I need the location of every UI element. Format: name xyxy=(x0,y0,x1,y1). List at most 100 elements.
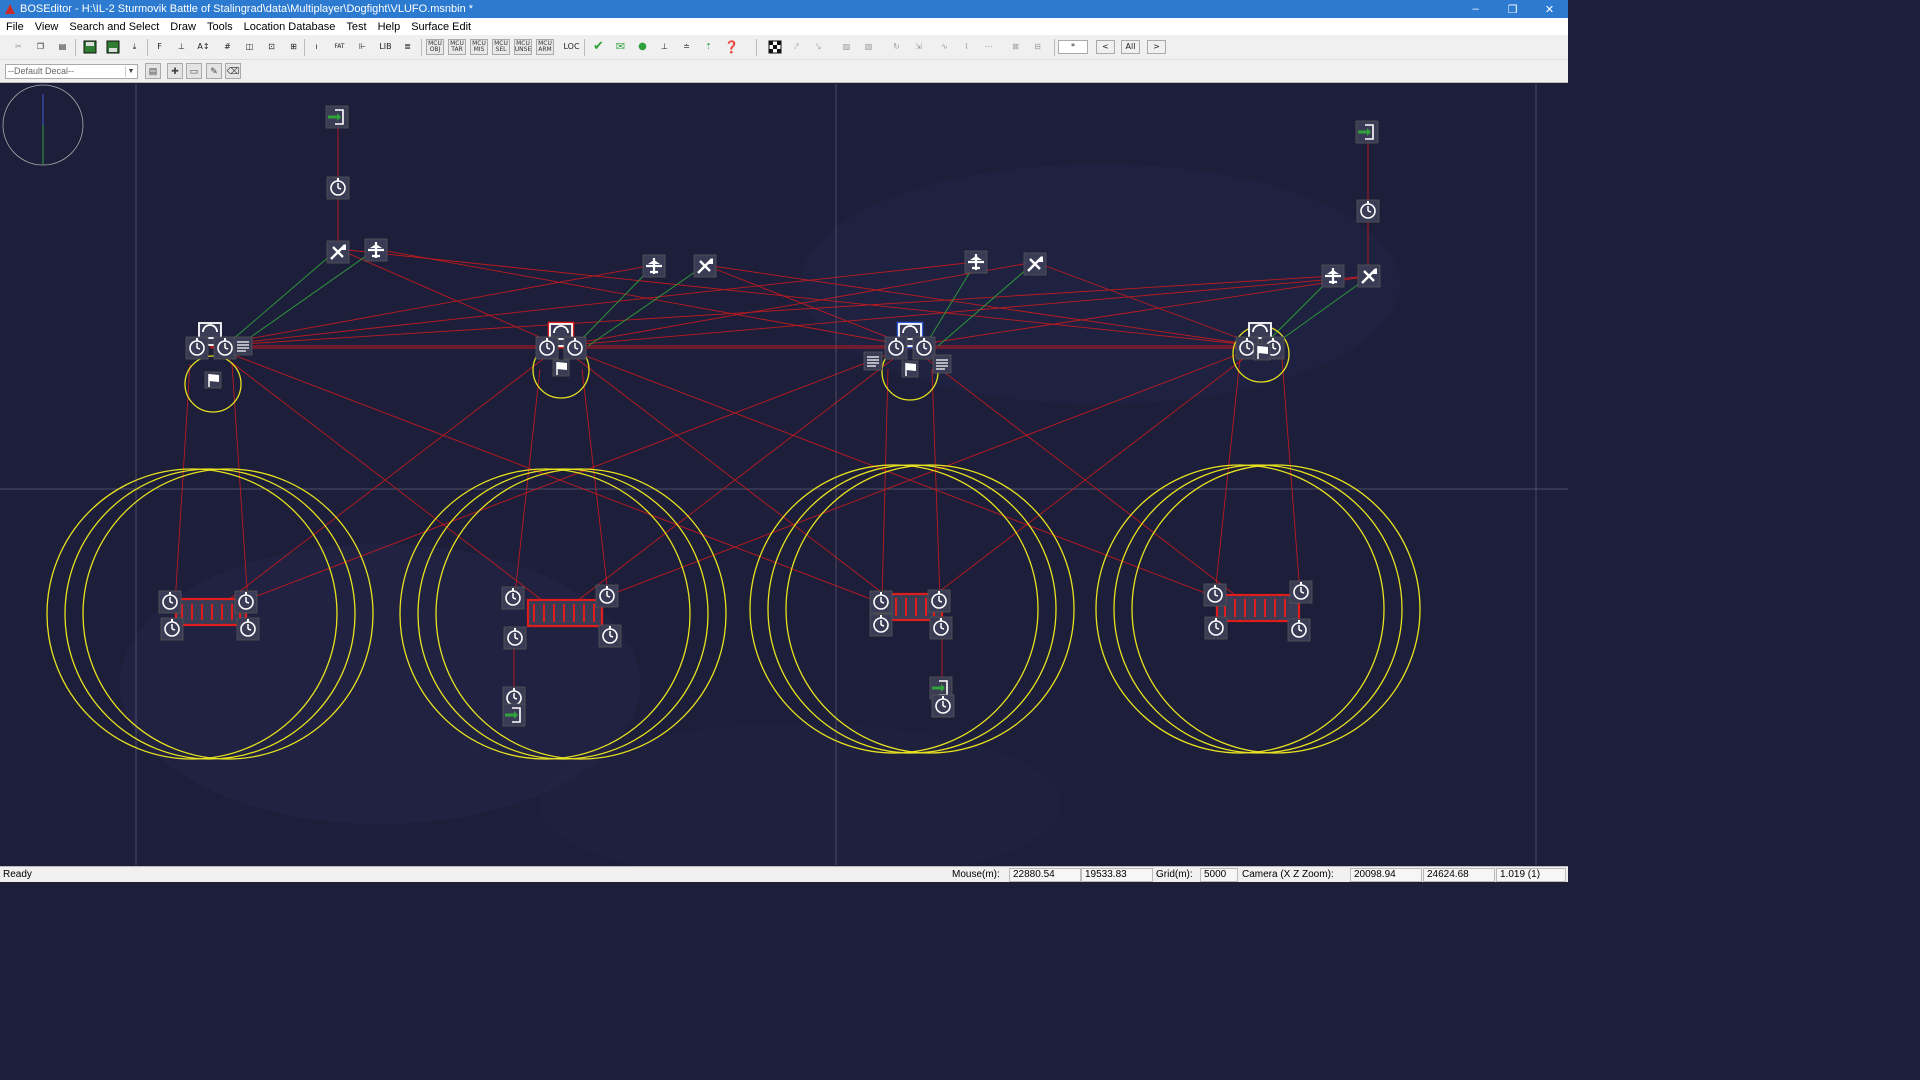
mcu-mis-button[interactable]: MCU MIS xyxy=(470,39,488,55)
image2-icon[interactable]: ▧ xyxy=(859,38,878,56)
grid-icon[interactable]: # xyxy=(218,38,237,56)
list-icon[interactable]: ≣ xyxy=(398,38,417,56)
rotate-icon[interactable]: ↻ xyxy=(887,38,906,56)
snap-icon[interactable]: ⊡ xyxy=(262,38,281,56)
title-bar: BOSEditor - H:\IL-2 Sturmovik Battle of … xyxy=(0,0,1568,18)
mcu-unse-button[interactable]: MCU UNSE xyxy=(514,39,532,55)
unlock-icon[interactable]: ⊟ xyxy=(1028,38,1047,56)
mcu-obj-button[interactable]: MCU OBJ xyxy=(426,39,444,55)
decal-select[interactable]: --Default Decal-- ▼ xyxy=(5,64,138,79)
mission-canvas[interactable] xyxy=(0,84,1568,865)
group-icon[interactable]: ⊞ xyxy=(284,38,303,56)
mcu-arm-button[interactable]: MCU ARM xyxy=(536,39,554,55)
timer-icon[interactable] xyxy=(912,336,936,360)
scale-icon[interactable]: ⇲ xyxy=(909,38,928,56)
restore-button[interactable]: ❐ xyxy=(1494,0,1531,18)
timer-icon[interactable] xyxy=(884,336,908,360)
help-icon[interactable]: ❓ xyxy=(722,38,741,56)
menu-search-and-select[interactable]: Search and Select xyxy=(63,21,164,33)
zoom-field[interactable]: * xyxy=(1058,40,1088,54)
camera-label: Camera (X Z Zoom): xyxy=(1242,869,1334,880)
bounds-icon[interactable]: ◫ xyxy=(240,38,259,56)
image-icon[interactable]: ▨ xyxy=(837,38,856,56)
plane-icon[interactable] xyxy=(963,249,989,275)
prev-button[interactable]: < xyxy=(1096,40,1115,54)
dot-icon[interactable]: ● xyxy=(633,38,652,56)
minimize-button[interactable]: – xyxy=(1457,0,1494,18)
all-button[interactable]: All xyxy=(1121,40,1140,54)
decal-add-icon[interactable]: ✚ xyxy=(167,63,183,79)
entrance-icon[interactable] xyxy=(1354,119,1380,145)
timer-icon[interactable] xyxy=(185,336,209,360)
paste-icon[interactable]: ▤ xyxy=(53,38,72,56)
menu-file[interactable]: File xyxy=(0,21,29,33)
decal-props-icon[interactable]: ▤ xyxy=(145,63,161,79)
plane-icon[interactable] xyxy=(692,253,718,279)
spline2-icon[interactable]: ⌇ xyxy=(957,38,976,56)
close-button[interactable]: ✕ xyxy=(1531,0,1568,18)
flag-icon[interactable] xyxy=(901,360,919,378)
timer-icon[interactable] xyxy=(563,336,587,360)
timer-icon[interactable] xyxy=(535,336,559,360)
lock-icon[interactable]: ⊠ xyxy=(1006,38,1025,56)
flag-icon[interactable] xyxy=(1253,343,1271,361)
timer-icon[interactable] xyxy=(1356,199,1380,223)
plane-icon[interactable] xyxy=(1320,263,1346,289)
entrance-icon[interactable] xyxy=(324,104,350,130)
menu-test[interactable]: Test xyxy=(340,21,371,33)
az-icon[interactable]: A↕ xyxy=(194,38,213,56)
spline3-icon[interactable]: ⋯ xyxy=(979,38,998,56)
next-button[interactable]: > xyxy=(1147,40,1166,54)
menu-view[interactable]: View xyxy=(29,21,64,33)
save-icon[interactable] xyxy=(80,38,99,56)
lib-button[interactable]: LIB xyxy=(376,38,395,56)
timer-icon[interactable] xyxy=(326,176,350,200)
menu-tools[interactable]: Tools xyxy=(201,21,238,33)
menu-draw[interactable]: Draw xyxy=(164,21,201,33)
checker-icon[interactable] xyxy=(765,38,784,56)
flag-icon[interactable] xyxy=(552,359,570,377)
plane-icon[interactable] xyxy=(1022,251,1048,277)
timer-icon[interactable] xyxy=(931,694,955,718)
ground-level-icon[interactable]: ⊥ xyxy=(655,38,674,56)
mcu-sel-button[interactable]: MCU SEL xyxy=(492,39,510,55)
plane-icon[interactable] xyxy=(641,253,667,279)
arrow-up-icon[interactable]: ⇡ xyxy=(699,38,718,56)
filter-icon[interactable]: F xyxy=(150,38,169,56)
list-icon[interactable] xyxy=(932,354,952,374)
loc-button[interactable]: LOC xyxy=(562,38,581,56)
decal-paint-icon[interactable]: ✎ xyxy=(206,63,222,79)
terrain-icon[interactable]: ≐ xyxy=(677,38,696,56)
plane-icon[interactable] xyxy=(1356,263,1382,289)
message-icon[interactable]: ✉ xyxy=(611,38,630,56)
check-icon[interactable]: ✔ xyxy=(589,38,608,56)
ground-icon[interactable]: ⊥ xyxy=(172,38,191,56)
marker-icon[interactable]: ı xyxy=(307,38,326,56)
align-icon[interactable]: ⊩ xyxy=(353,38,372,56)
mcu-tar-button[interactable]: MCU TAR xyxy=(448,39,466,55)
plane-icon[interactable] xyxy=(325,239,351,265)
cut-icon[interactable]: ✂ xyxy=(9,38,28,56)
map-background xyxy=(0,84,1568,865)
map-viewport[interactable] xyxy=(0,84,1568,865)
list-icon[interactable] xyxy=(863,351,883,371)
menu-surface-edit[interactable]: Surface Edit xyxy=(405,21,476,33)
mcu-sub: MIS xyxy=(473,46,485,53)
import-icon[interactable]: ⤓ xyxy=(125,38,144,56)
save-as-icon[interactable] xyxy=(103,38,122,56)
plane-icon[interactable] xyxy=(363,237,389,263)
path-icon[interactable]: ⤤ xyxy=(787,38,806,56)
timer-icon[interactable] xyxy=(213,336,237,360)
fat-icon[interactable]: FAT xyxy=(330,38,349,56)
flag-icon[interactable] xyxy=(204,371,222,389)
entrance-icon[interactable] xyxy=(501,702,527,728)
copy-icon[interactable]: ❐ xyxy=(31,38,50,56)
secondary-toolbar: --Default Decal-- ▼ ▤ ✚ ▭ ✎ ⌫ xyxy=(0,60,1568,83)
list-icon[interactable] xyxy=(233,336,253,356)
path-add-icon[interactable]: ⤥ xyxy=(809,38,828,56)
decal-erase-icon[interactable]: ⌫ xyxy=(225,63,241,79)
spline-icon[interactable]: ∿ xyxy=(935,38,954,56)
menu-help[interactable]: Help xyxy=(372,21,406,33)
decal-remove-icon[interactable]: ▭ xyxy=(186,63,202,79)
menu-location-database[interactable]: Location Database xyxy=(238,21,341,33)
